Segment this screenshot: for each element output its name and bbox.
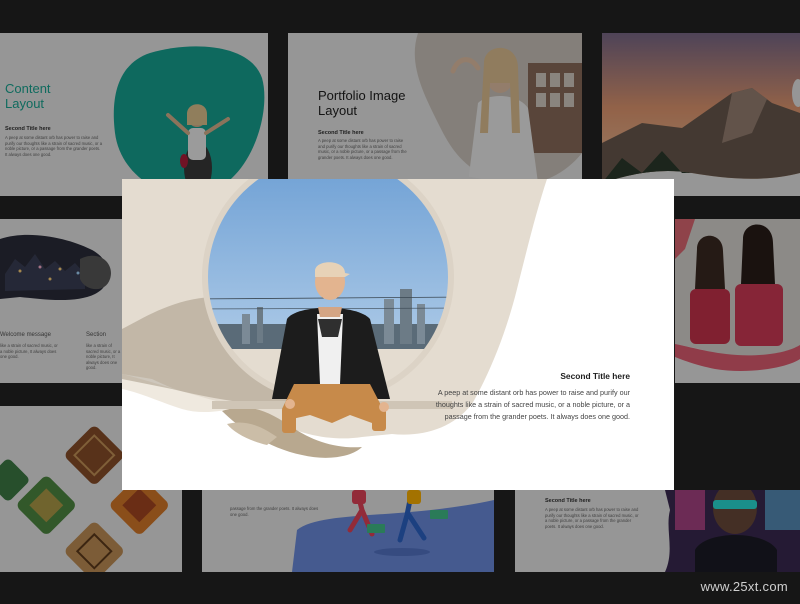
slide-subtitle: Second Title here — [5, 126, 51, 132]
slide-body: A peep at some distant orb has power to … — [545, 507, 639, 529]
mountain-photo — [602, 33, 800, 183]
featured-body: A peep at some distant orb has power to … — [435, 388, 630, 421]
slide-title: Content Layout — [5, 81, 51, 111]
featured-slide[interactable]: Second Title here A peep at some distant… — [122, 179, 674, 490]
featured-brush-photo — [122, 179, 547, 458]
slide-city-night[interactable]: Welcome message like a strain of sacred … — [0, 219, 122, 383]
two-women-photo — [675, 219, 800, 371]
slide-title: Portfolio Image Layout — [318, 88, 406, 118]
slide-mountain[interactable] — [602, 33, 800, 196]
slide-content-layout[interactable]: Content Layout Second Title here A peep … — [0, 33, 268, 196]
watermark: www.25xt.com — [700, 579, 788, 594]
teal-blob-portrait — [113, 46, 265, 195]
slide-two-women[interactable] — [675, 219, 800, 383]
dancers-illustration — [292, 490, 494, 572]
city-col2-title: Section — [86, 332, 107, 338]
slide-body: A peep at some distant orb has power to … — [5, 135, 103, 157]
city-col1-title: Welcome message — [0, 332, 51, 338]
slide-neon-glasses[interactable]: Second Title here A peep at some distant… — [515, 490, 800, 572]
featured-title: Second Title here — [560, 371, 630, 381]
slide-subtitle: Second Title here — [545, 498, 591, 504]
city-col2-body: like a strain of sacred music, or a nobl… — [86, 343, 121, 371]
slide-dancers[interactable]: passage from the grander poets. It alway… — [202, 490, 494, 572]
slide-body: A peep at some distant orb has power to … — [318, 138, 407, 160]
slide-subtitle: Second Title here — [318, 130, 364, 136]
slide-body: passage from the grander poets. It alway… — [230, 506, 319, 517]
city-col1-body: like a strain of sacred music, or a nobl… — [0, 343, 58, 360]
slide-portfolio-layout[interactable]: Portfolio Image Layout Second Title here… — [288, 33, 582, 196]
